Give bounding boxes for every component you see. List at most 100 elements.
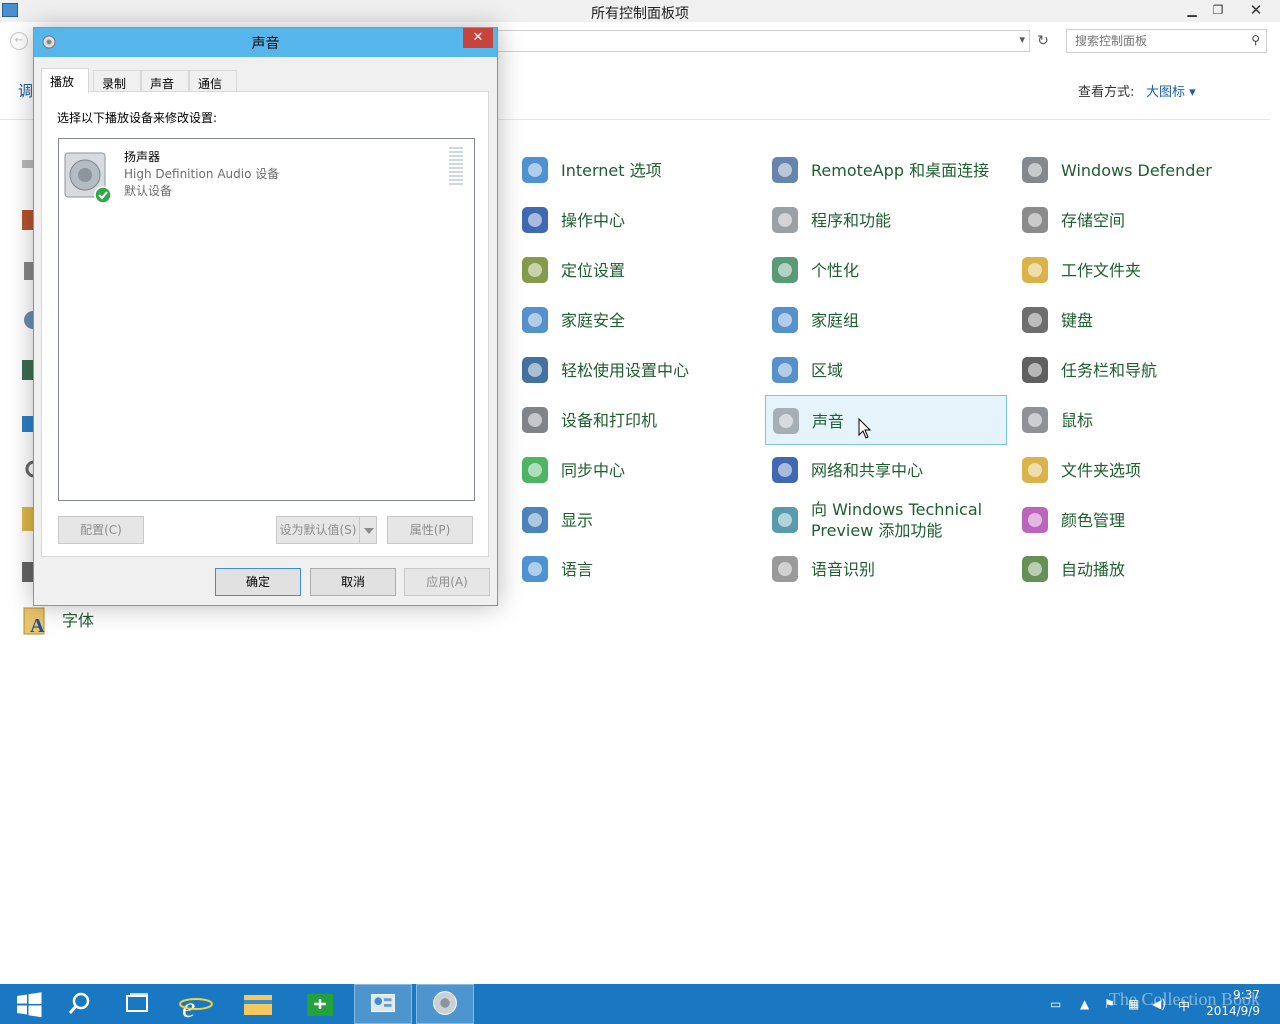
speech-recognition-icon — [772, 556, 798, 582]
cp-item-label: 操作中心 — [561, 210, 626, 230]
network-sharing-icon — [772, 457, 798, 483]
ease-of-access-icon — [522, 357, 548, 383]
color-management-icon — [1022, 507, 1048, 533]
cp-item[interactable]: 定位设置 — [515, 245, 757, 295]
cp-item[interactable]: 键盘 — [1015, 295, 1257, 345]
cp-item[interactable]: 家庭安全 — [515, 295, 757, 345]
level-segment — [449, 175, 463, 177]
refresh-icon[interactable]: ↻ — [1032, 30, 1054, 52]
tab-playback[interactable]: 播放 — [41, 68, 89, 93]
cp-item[interactable]: Internet 选项 — [515, 145, 757, 195]
level-segment — [449, 163, 463, 165]
cp-item-label: 轻松使用设置中心 — [561, 360, 690, 380]
control-panel-taskbar-button[interactable] — [354, 984, 412, 1024]
cp-item[interactable]: 语言 — [515, 544, 757, 594]
cp-item[interactable]: 语音识别 — [765, 544, 1007, 594]
cp-item[interactable]: 轻松使用设置中心 — [515, 345, 757, 395]
network-icon[interactable]: ▦ — [1128, 997, 1139, 1011]
dialog-close-button[interactable]: ✕ — [463, 28, 493, 48]
remoteapp-icon — [772, 157, 798, 183]
cp-item[interactable]: 家庭组 — [765, 295, 1007, 345]
cp-item[interactable]: 设备和打印机 — [515, 395, 757, 445]
cp-item[interactable]: 声音 — [765, 395, 1007, 445]
chevron-down-icon[interactable]: ▾ — [1019, 33, 1025, 46]
cp-item-label: 自动播放 — [1061, 559, 1126, 579]
file-explorer-icon[interactable] — [229, 984, 287, 1024]
configure-button[interactable]: 配置(C) — [58, 516, 144, 544]
svg-text:A: A — [30, 615, 45, 636]
cp-item[interactable]: 自动播放 — [1015, 544, 1257, 594]
clock-time[interactable]: 9:37 — [1233, 988, 1260, 1002]
properties-button[interactable]: 属性(P) — [387, 516, 473, 544]
taskbar: e The Collection Book ▭ ▲ ⚑ ▦ ◀) 中 9:37 … — [0, 984, 1280, 1024]
level-segment — [449, 183, 463, 185]
tab-communications[interactable]: 通信 — [189, 70, 237, 92]
cp-item-label: 网络和共享中心 — [811, 460, 924, 480]
internet-explorer-icon[interactable]: e — [168, 984, 226, 1024]
cp-item[interactable]: Windows Defender — [1015, 145, 1257, 195]
fonts-icon: A — [23, 607, 45, 636]
view-by-dropdown[interactable]: 大图标 ▾ — [1146, 81, 1196, 100]
level-segment — [449, 167, 463, 169]
clock-date[interactable]: 2014/9/9 — [1206, 1004, 1260, 1018]
level-segment — [449, 155, 463, 157]
work-folders-icon — [1022, 257, 1048, 283]
cp-item[interactable]: RemoteApp 和桌面连接 — [765, 145, 1007, 195]
search-input[interactable] — [1075, 34, 1245, 48]
cancel-button[interactable]: 取消 — [310, 568, 396, 596]
sound-taskbar-button[interactable] — [416, 984, 474, 1024]
cp-item-label: 文件夹选项 — [1061, 460, 1142, 480]
cp-item-label: 区域 — [811, 360, 844, 380]
action-center-flag-icon[interactable]: ⚑ — [1104, 997, 1115, 1011]
cp-item[interactable]: 文件夹选项 — [1015, 445, 1257, 495]
apply-button[interactable]: 应用(A) — [404, 568, 490, 596]
ok-button[interactable]: 确定 — [215, 568, 301, 596]
cp-item[interactable]: 鼠标 — [1015, 395, 1257, 445]
playback-device-list[interactable]: 扬声器 High Definition Audio 设备 默认设备 — [58, 138, 475, 501]
tab-sounds[interactable]: 声音 — [141, 70, 189, 92]
close-button[interactable]: ✕ — [1240, 0, 1272, 22]
search-box[interactable]: ⚲ — [1066, 29, 1267, 53]
task-view-icon[interactable] — [108, 984, 166, 1024]
minimize-button[interactable]: ▁ — [1178, 0, 1206, 22]
volume-icon[interactable]: ◀) — [1152, 997, 1166, 1011]
set-default-button[interactable]: 设为默认值(S) — [276, 516, 360, 544]
cp-item[interactable]: 存储空间 — [1015, 195, 1257, 245]
store-icon[interactable] — [291, 984, 349, 1024]
show-hidden-icons-icon[interactable]: ▲ — [1080, 997, 1089, 1011]
device-description: High Definition Audio 设备 — [124, 167, 280, 181]
restore-button[interactable]: ❐ — [1204, 0, 1232, 22]
speaker-device-icon[interactable] — [63, 149, 113, 203]
display-icon — [522, 507, 548, 533]
dialog-title: 声音 — [251, 36, 280, 52]
cp-item-label: 个性化 — [811, 260, 860, 280]
cp-item[interactable]: 颜色管理 — [1015, 495, 1257, 545]
cp-item[interactable]: 同步中心 — [515, 445, 757, 495]
cp-item-label: 显示 — [561, 510, 594, 530]
control-panel-icon — [371, 994, 395, 1013]
notification-icon[interactable]: ▭ — [1050, 997, 1061, 1011]
cp-item[interactable]: 个性化 — [765, 245, 1007, 295]
set-default-dropdown-arrow[interactable] — [359, 516, 377, 544]
instruction-text: 选择以下播放设备来修改设置: — [57, 111, 218, 125]
cp-item[interactable]: 任务栏和导航 — [1015, 345, 1257, 395]
tab-recording[interactable]: 录制 — [93, 70, 141, 92]
search-icon[interactable]: ⚲ — [1251, 33, 1260, 47]
cp-item[interactable]: 工作文件夹 — [1015, 245, 1257, 295]
back-arrow-icon[interactable]: ← — [10, 32, 28, 50]
mouse-icon — [1022, 407, 1048, 433]
cp-item[interactable]: 操作中心 — [515, 195, 757, 245]
cp-item[interactable]: 程序和功能 — [765, 195, 1007, 245]
device-name[interactable]: 扬声器 — [124, 148, 160, 165]
windows-defender-icon — [1022, 157, 1048, 183]
cp-item[interactable]: 网络和共享中心 — [765, 445, 1007, 495]
dialog-title-bar: 声音 ✕ — [34, 28, 497, 57]
cp-item[interactable]: 向 Windows Technical Preview 添加功能 — [765, 495, 1007, 545]
cp-item-label: 向 Windows Technical Preview 添加功能 — [811, 500, 983, 540]
address-bar[interactable]: ▾ — [496, 30, 1030, 52]
cp-item[interactable]: 区域 — [765, 345, 1007, 395]
ime-indicator[interactable]: 中 — [1178, 997, 1190, 1014]
search-icon[interactable] — [50, 984, 108, 1024]
programs-features-icon — [772, 207, 798, 233]
cp-item[interactable]: 显示 — [515, 495, 757, 545]
